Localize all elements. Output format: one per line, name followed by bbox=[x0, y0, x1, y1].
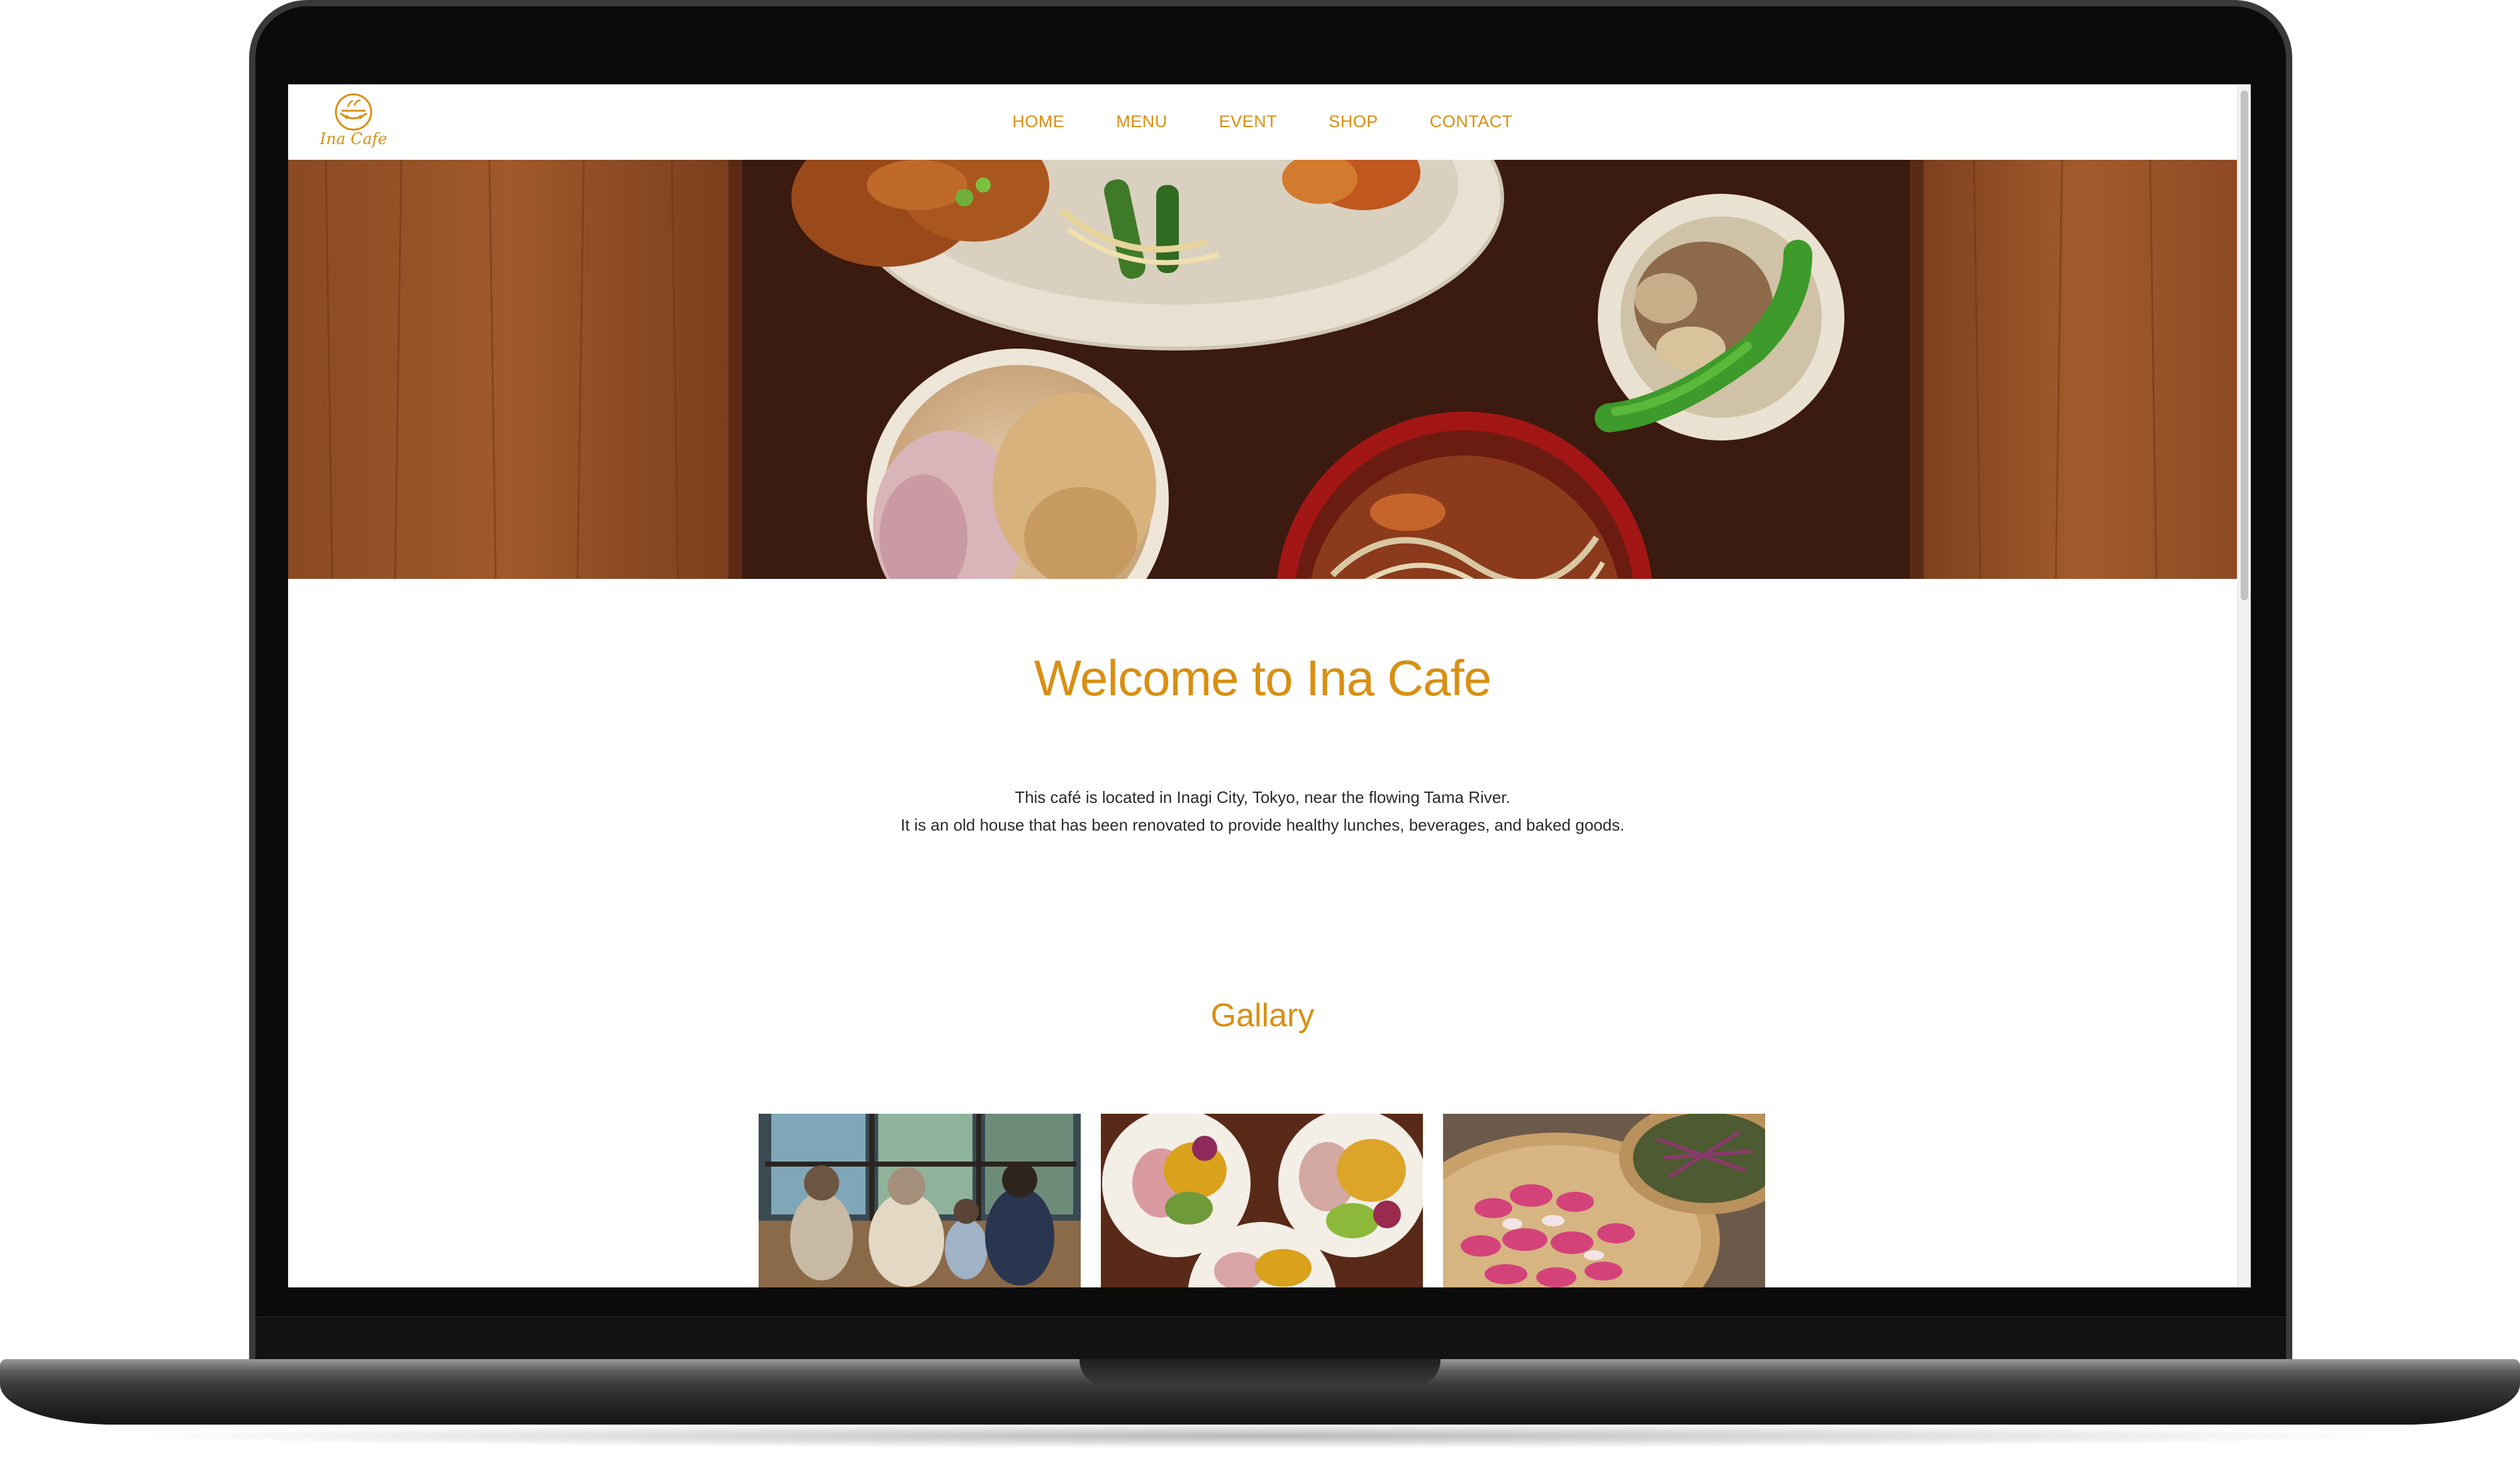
curry-plates-photo bbox=[1101, 1114, 1423, 1287]
site-logo-text: Ina Cafe bbox=[320, 130, 387, 148]
gallery-photo-vegetables[interactable] bbox=[1443, 1114, 1765, 1287]
browser-viewport: Ina Cafe HOME MENU EVENT SHOP CONTACT We… bbox=[288, 84, 2237, 1287]
gallery-title: Gallary bbox=[1210, 997, 1315, 1034]
page-title: Welcome to Ina Cafe bbox=[1034, 650, 1492, 706]
food-tray-photo bbox=[288, 160, 2237, 579]
laptop-base-notch bbox=[1079, 1359, 1441, 1387]
hero-image bbox=[288, 160, 2237, 579]
gallery-photo-curry[interactable] bbox=[1101, 1114, 1423, 1287]
main-nav: HOME MENU EVENT SHOP CONTACT bbox=[288, 112, 2237, 132]
laptop-screen: Ina Cafe HOME MENU EVENT SHOP CONTACT We… bbox=[288, 84, 2251, 1287]
site-header: Ina Cafe HOME MENU EVENT SHOP CONTACT bbox=[288, 84, 2237, 160]
scrollbar[interactable] bbox=[2237, 84, 2251, 1287]
intro-text-line: This café is located in Inagi City, Toky… bbox=[1015, 788, 1510, 807]
gallery-photo-family[interactable] bbox=[759, 1114, 1081, 1287]
nav-item-menu[interactable]: MENU bbox=[1116, 112, 1168, 132]
nav-item-home[interactable]: HOME bbox=[1012, 112, 1064, 132]
nav-item-event[interactable]: EVENT bbox=[1219, 112, 1278, 132]
intro-text-line: It is an old house that has been renovat… bbox=[900, 815, 1625, 834]
laptop-shadow bbox=[101, 1423, 2419, 1448]
pickled-vegetables-basket-photo bbox=[1443, 1114, 1765, 1287]
laptop-bezel-bottom bbox=[255, 1316, 2286, 1365]
nav-item-shop[interactable]: SHOP bbox=[1329, 112, 1378, 132]
scrollbar-thumb[interactable] bbox=[2241, 91, 2248, 600]
family-at-window-photo bbox=[759, 1114, 1081, 1287]
nav-item-contact[interactable]: CONTACT bbox=[1430, 112, 1513, 132]
